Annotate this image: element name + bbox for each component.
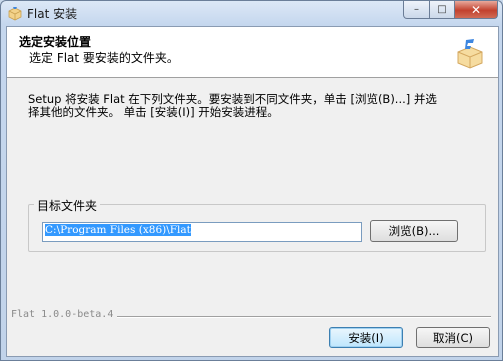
browse-button[interactable]: 浏览(B)...	[370, 220, 458, 242]
description-line: 择其他的文件夹。 单击 [安装(I)] 开始安装进程。	[28, 105, 279, 119]
description-text: Setup 将安装 Flat 在下列文件夹。要安装到不同文件夹，单击 [浏览(B…	[28, 93, 488, 119]
maximize-button[interactable]: □	[430, 1, 455, 19]
caption-buttons: – □ ✕	[403, 1, 498, 19]
page-subtitle: 选定 Flat 要安装的文件夹。	[29, 51, 179, 65]
client-area: 选定安装位置 选定 Flat 要安装的文件夹。 Setup 将安装 Flat 在…	[6, 26, 499, 357]
destination-path-text: C:\Program Files (x86)\Flat	[45, 224, 191, 236]
page-header: 选定安装位置 选定 Flat 要安装的文件夹。	[7, 27, 498, 78]
install-button[interactable]: 安装(I)	[329, 327, 403, 348]
title-bar[interactable]: Flat 安装 – □ ✕	[1, 1, 502, 25]
footer-divider	[117, 316, 491, 318]
cancel-button[interactable]: 取消(C)	[416, 327, 490, 348]
window-title: Flat 安装	[27, 7, 78, 21]
destination-label: 目标文件夹	[34, 197, 101, 214]
minimize-button[interactable]: –	[403, 1, 430, 19]
page-title: 选定安装位置	[19, 35, 92, 49]
installer-window: Flat 安装 – □ ✕ 选定安装位置 选定 Flat 要安装的文件夹。 Se…	[0, 0, 503, 361]
brand-version-label: Flat 1.0.0-beta.4	[11, 309, 114, 320]
destination-path-input[interactable]: C:\Program Files (x86)\Flat	[42, 222, 362, 242]
package-box-icon	[457, 39, 483, 69]
close-button[interactable]: ✕	[455, 1, 498, 19]
flat-app-icon	[8, 7, 22, 21]
